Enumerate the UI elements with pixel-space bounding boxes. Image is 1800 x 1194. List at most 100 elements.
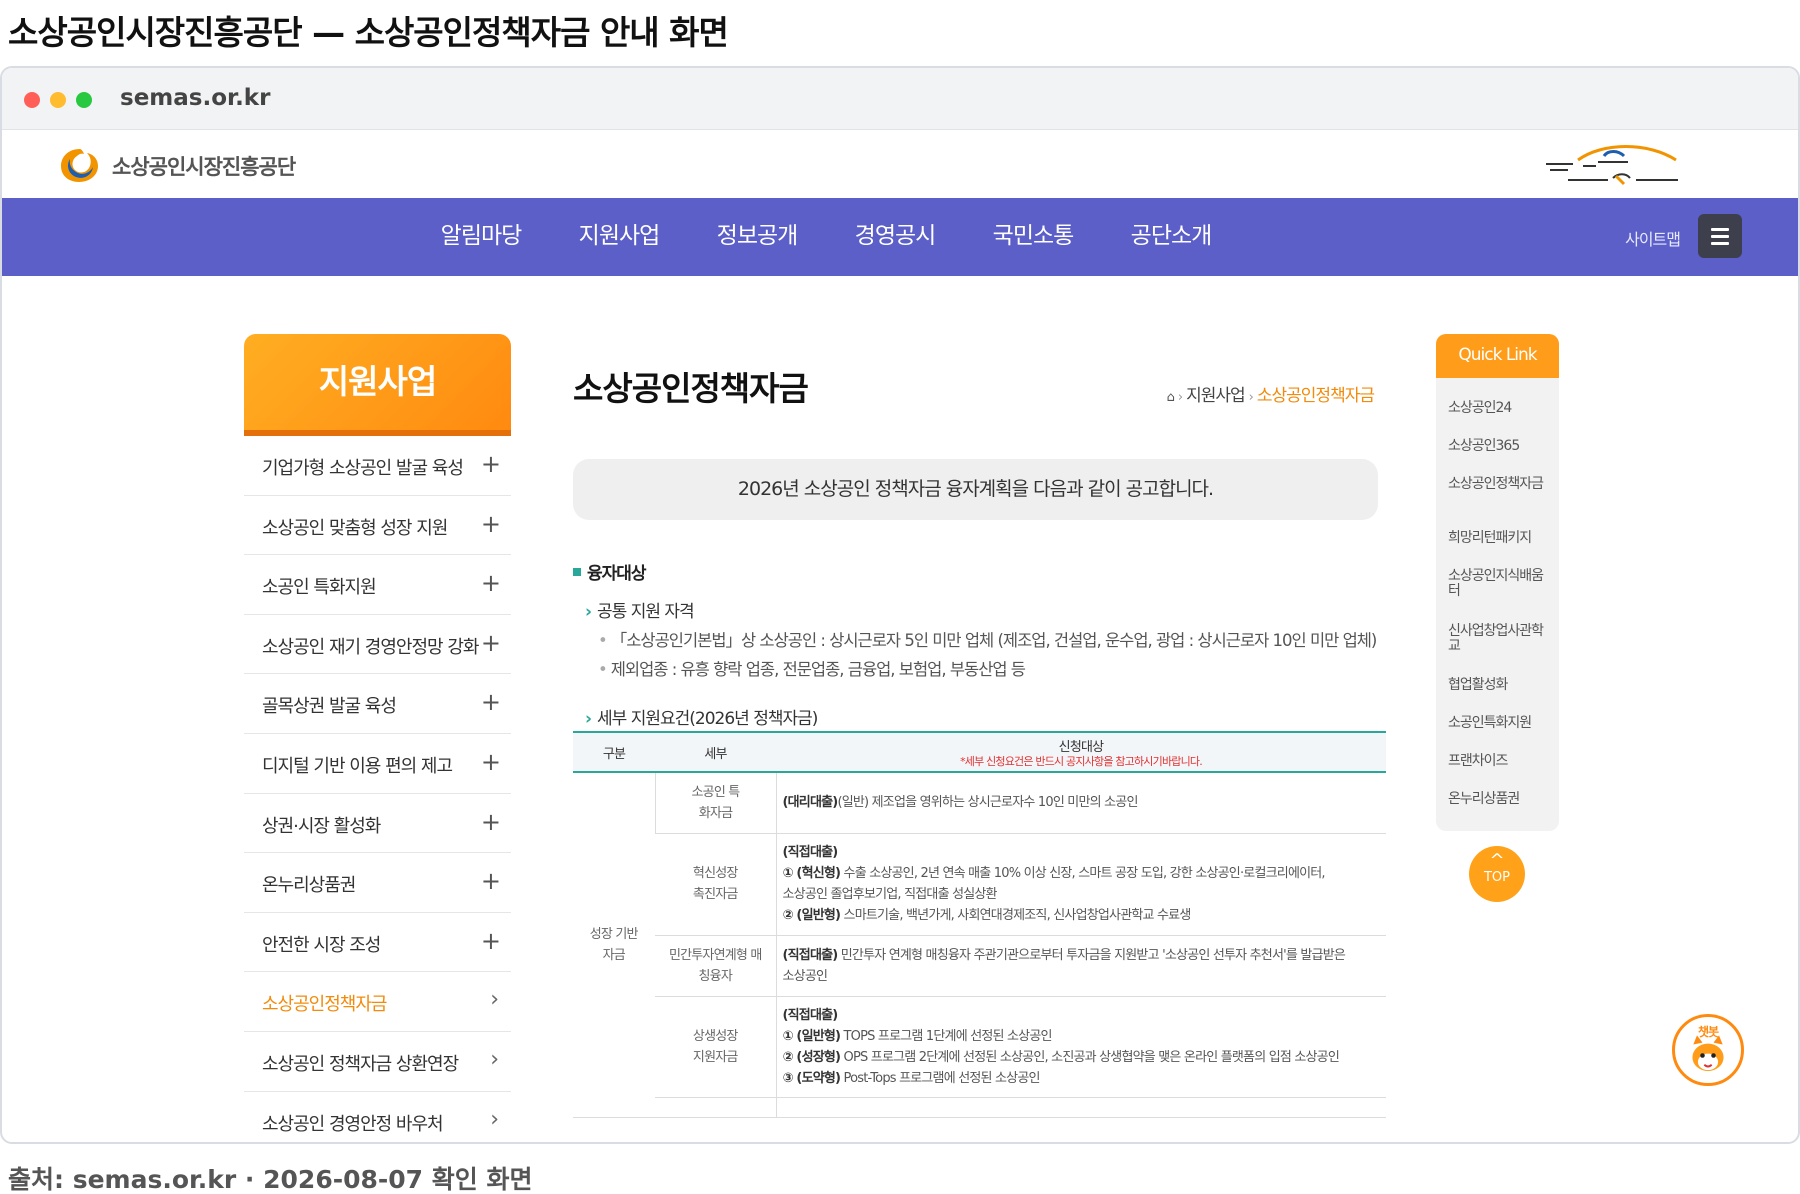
hamburger-menu-button[interactable] <box>1698 214 1742 258</box>
close-window-dot[interactable] <box>24 92 40 108</box>
chatbot-mascot-icon <box>1692 1035 1724 1072</box>
notice-box: 2026년 소상공인 정책자금 융자계획을 다음과 같이 공고합니다. <box>573 459 1378 520</box>
lnb-item-growth[interactable]: 소상공인 맞춤형 성장 지원 + <box>244 496 511 556</box>
maximize-window-dot[interactable] <box>76 92 92 108</box>
breadcrumb-current: 소상공인정책자금 <box>1256 386 1375 406</box>
quick-link-item[interactable]: 신사업창업사관학교 <box>1448 624 1548 654</box>
address-bar[interactable]: semas.or.kr <box>120 85 270 111</box>
hamburger-icon <box>1711 228 1729 231</box>
plus-icon[interactable]: + <box>481 687 501 717</box>
section-title: 융자대상 <box>573 559 647 584</box>
gnb-item-about[interactable]: 공단소개 <box>1102 198 1240 276</box>
lnb-item-safe-market[interactable]: 안전한 시장 조성 + <box>244 913 511 973</box>
gnb-item-disclosure[interactable]: 정보공개 <box>688 198 826 276</box>
sitemap-link[interactable]: 사이트맵 <box>1625 226 1681 250</box>
quick-link-panel: Quick Link 소상공인24 소상공인365 소상공인정책자금 희망리턴패… <box>1436 334 1559 831</box>
side-navigation: 지원사업 기업가형 소상공인 발굴 육성 + 소상공인 맞춤형 성장 지원 + 소공… <box>244 334 511 1142</box>
page-title: 소상공인정책자금 <box>573 369 809 408</box>
chevron-right-icon: › <box>585 709 592 729</box>
quick-link-item[interactable]: 소공인특화지원 <box>1448 716 1548 731</box>
page-caption: 소상공인시장진흥공단 — 소상공인정책자금 안내 화면 <box>8 13 729 52</box>
gnb-item-support[interactable]: 지원사업 <box>550 198 688 276</box>
quick-link-item[interactable]: 소상공인정책자금 <box>1448 477 1548 492</box>
table-cell-sub <box>655 1097 776 1118</box>
chevron-right-icon: › <box>490 1046 499 1072</box>
source-caption: 출처: semas.or.kr · 2026-08-07 확인 화면 <box>8 1165 533 1194</box>
table-row: 혁신성장 촉진자금 (직접대출) ① (혁신형) 수출 소상공인, 2년 연속 … <box>573 833 1386 936</box>
lnb-item-policy-fund[interactable]: 소상공인정책자금 › <box>244 972 511 1032</box>
desc-line: (직접대출) <box>782 845 839 860</box>
desc-line: (직접대출) <box>782 1007 839 1023</box>
gnb-item-management[interactable]: 경영공시 <box>826 198 964 276</box>
site-logo-text[interactable]: 소상공인시장진흥공단 <box>112 151 296 181</box>
plus-icon[interactable]: + <box>481 926 501 956</box>
plus-icon[interactable]: + <box>481 807 501 837</box>
table-cell-desc: (직접대출) ① (혁신형) 수출 소상공인, 2년 연속 매출 10% 이상 … <box>775 833 1386 936</box>
lnb-item-alley-market[interactable]: 골목상권 발굴 육성 + <box>244 674 511 734</box>
table-cell-sub: 민간투자연계형 매칭융자 <box>655 935 776 997</box>
plus-icon[interactable]: + <box>481 509 501 539</box>
plus-icon[interactable]: + <box>481 568 501 598</box>
quick-link-item[interactable]: 협업활성화 <box>1448 678 1548 693</box>
quick-link-item[interactable]: 소상공인24 <box>1448 401 1548 416</box>
desc-line: ② (성장형) OPS 프로그램 2단계에 선정된 소상공인, 소진공과 상생협… <box>782 1049 1340 1065</box>
chevron-right-icon: › <box>585 602 592 622</box>
chevron-right-icon: › <box>490 987 499 1013</box>
desc-line: ③ (도약형) Post-Tops 프로그램에 선정된 소상공인 <box>782 1070 1041 1086</box>
gnb-item-communication[interactable]: 국민소통 <box>964 198 1102 276</box>
lnb-item-voucher[interactable]: 소상공인 경영안정 바우처 › <box>244 1092 511 1142</box>
side-navigation-title: 지원사업 <box>244 334 511 436</box>
table-cell-sub: 소공인 특화자금 <box>654 772 776 834</box>
quick-link-item[interactable]: 프랜차이즈 <box>1448 754 1548 769</box>
desc-line: 소상공인 <box>782 968 828 984</box>
gnb-menu: 알림마당 지원사업 정보공개 경영공시 국민소통 공단소개 <box>412 198 1240 276</box>
subsection-detailed-requirements: › 세부 지원요건(2026년 정책자금) <box>585 709 818 729</box>
desc-line: 소상공인 졸업후보기업, 직접대출 성실상환 <box>782 887 998 902</box>
table-cell-desc <box>775 1097 1386 1118</box>
scroll-top-button[interactable]: ^ TOP <box>1469 846 1525 902</box>
bullet-item: • 제외업종 : 유흥 향락 업종, 전문업종, 금융업, 보험업, 부동산업 등 <box>598 660 1026 679</box>
lnb-item-market-activation[interactable]: 상권·시장 활성화 + <box>244 794 511 854</box>
table-cell-desc: (직접대출) ① (일반형) TOPS 프로그램 1단계에 선정된 소상공인 ②… <box>775 996 1386 1098</box>
home-icon[interactable]: ⌂ <box>1167 390 1175 405</box>
lnb-item-entrepreneur[interactable]: 기업가형 소상공인 발굴 육성 + <box>244 436 511 496</box>
table-row <box>573 1097 1386 1118</box>
lnb-item-repayment-extension[interactable]: 소상공인 정책자금 상환연장 › <box>244 1032 511 1092</box>
dot-bullet-icon: • <box>598 660 608 679</box>
table-warning: *세부 신청요건은 반드시 공지사항을 참고하시기바랍니다. <box>960 754 1203 768</box>
desc-line: ② (일반형) 스마트기술, 백년가게, 사회연대경제조직, 신사업창업사관학교… <box>782 908 1192 923</box>
chevron-right-icon: › <box>490 1106 499 1132</box>
lnb-item-onnuri[interactable]: 온누리상품권 + <box>244 853 511 913</box>
site-header: 소상공인시장진흥공단 <box>2 130 1798 198</box>
quick-link-item[interactable]: 온누리상품권 <box>1448 792 1548 807</box>
plus-icon[interactable]: + <box>481 449 501 479</box>
table-header-category: 구분 <box>573 731 655 773</box>
table-header-detail: 세부 <box>655 731 776 773</box>
quick-link-item[interactable]: 소상공인지식배움터 <box>1448 569 1548 599</box>
table-cell-desc: (대리대출)(일반) 제조업을 영위하는 상시근로자수 10인 미만의 소공인 <box>775 772 1386 834</box>
table-row: 성장 기반자금 소공인 특화자금 (대리대출)(일반) 제조업을 영위하는 상시… <box>573 772 1386 1118</box>
quick-link-item[interactable]: 희망리턴패키지 <box>1448 531 1548 546</box>
requirements-table: 구분 세부 신청대상 *세부 신청요건은 반드시 공지사항을 참고하시기바랍니다.… <box>573 731 1386 1118</box>
gnb-item-notice[interactable]: 알림마당 <box>412 198 550 276</box>
breadcrumb-item-support[interactable]: 지원사업 <box>1186 386 1246 406</box>
plus-icon[interactable]: + <box>481 747 501 777</box>
table-row: 민간투자연계형 매칭융자 (직접대출) 민간투자 연계형 매칭융자 주관기관으로… <box>573 935 1386 997</box>
global-navigation: 알림마당 지원사업 정보공개 경영공시 국민소통 공단소개 사이트맵 <box>2 198 1798 276</box>
semas-logo-icon[interactable] <box>58 145 102 185</box>
table-row: 상생성장 지원자금 (직접대출) ① (일반형) TOPS 프로그램 1단계에 … <box>573 996 1386 1098</box>
plus-icon[interactable]: + <box>481 628 501 658</box>
lnb-item-safety-net[interactable]: 소상공인 재기 경영안정망 강화 + <box>244 615 511 675</box>
chevron-up-icon: ^ <box>1489 850 1505 871</box>
breadcrumb: ⌂ › 지원사업 › 소상공인정책자금 <box>1167 381 1375 406</box>
table-cell-desc: (직접대출) 민간투자 연계형 매칭융자 주관기관으로부터 투자금을 지원받고 … <box>775 935 1386 997</box>
lnb-item-manufacturer[interactable]: 소공인 특화지원 + <box>244 555 511 615</box>
desc-line: (대리대출)(일반) 제조업을 영위하는 상시근로자수 10인 미만의 소공인 <box>782 795 1139 811</box>
plus-icon[interactable]: + <box>481 866 501 896</box>
table-cell-sub: 혁신성장 촉진자금 <box>655 833 776 936</box>
breadcrumb-separator: › <box>1177 390 1183 405</box>
lnb-item-digital[interactable]: 디지털 기반 이용 편의 제고 + <box>244 734 511 794</box>
quick-link-item[interactable]: 소상공인365 <box>1448 439 1548 454</box>
minimize-window-dot[interactable] <box>50 92 66 108</box>
chatbot-button[interactable]: 챗봇 <box>1672 1014 1744 1086</box>
